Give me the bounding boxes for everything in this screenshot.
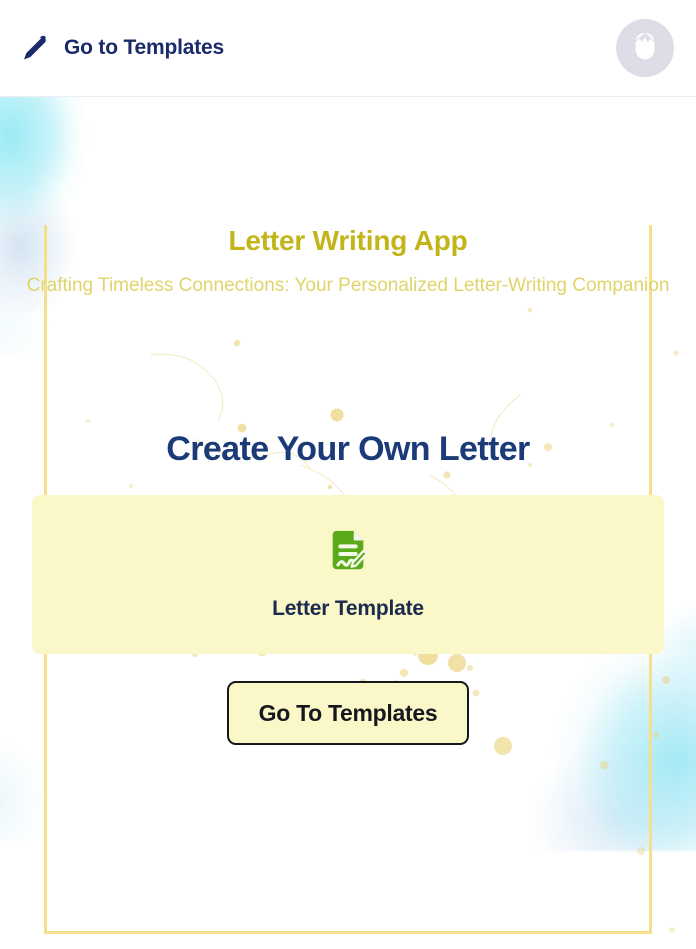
header-title: Go to Templates (64, 36, 224, 59)
avatar[interactable] (616, 19, 674, 77)
go-to-templates-button[interactable]: Go To Templates (227, 681, 469, 746)
letter-template-card[interactable]: Letter Template (32, 495, 664, 655)
letter-document-signature-icon (325, 529, 371, 575)
main-heading: Create Your Own Letter (166, 430, 530, 469)
app-header: Go to Templates (0, 0, 696, 97)
framed-content-area: Letter Writing App Crafting Timeless Con… (0, 225, 696, 949)
letter-template-label: Letter Template (272, 596, 424, 620)
hero-section: Letter Writing App Crafting Timeless Con… (0, 225, 696, 469)
page-content: Letter Writing App Crafting Timeless Con… (0, 225, 696, 949)
page-title: Letter Writing App (228, 225, 468, 256)
user-avatar-placeholder-icon (630, 30, 660, 67)
pen-icon (20, 33, 50, 63)
go-to-templates-nav-link[interactable]: Go to Templates (20, 33, 224, 63)
cta-row: Go To Templates (0, 681, 696, 746)
page-subtitle: Crafting Timeless Connections: Your Pers… (26, 275, 670, 296)
